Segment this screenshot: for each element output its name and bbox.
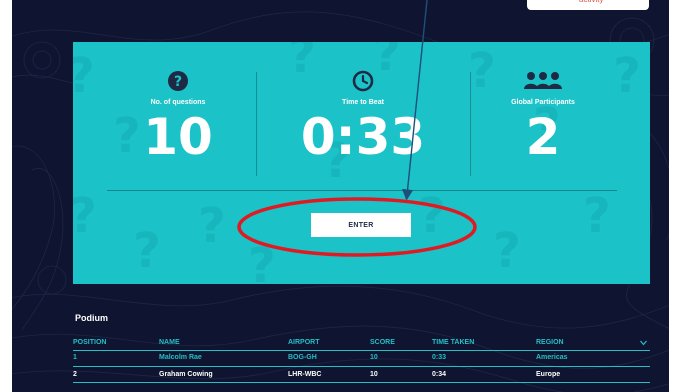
table-row: 1 Malcolm Rae BOG-GH 10 0:33 Americas	[73, 351, 650, 367]
clock-icon	[352, 70, 374, 92]
cell-score: 10	[370, 371, 378, 378]
column-header-time-taken[interactable]: TIME TAKEN	[432, 336, 474, 350]
stat-participants-value: 2	[525, 108, 561, 166]
stat-participants-label: Global Participants	[511, 99, 575, 106]
column-header-region[interactable]: REGION	[536, 336, 564, 350]
cell-time-taken: 0:33	[432, 354, 447, 361]
top-right-badge[interactable]: activity	[527, 0, 649, 10]
cell-position: 2	[73, 371, 77, 378]
cell-name: Malcolm Rae	[159, 354, 202, 361]
column-header-score[interactable]: SCORE	[370, 336, 395, 350]
stat-time-label: Time to Beat	[342, 99, 384, 106]
column-header-name[interactable]: NAME	[159, 336, 180, 350]
chevron-down-icon[interactable]	[640, 340, 647, 346]
cell-name: Graham Cowing	[159, 371, 213, 378]
page: activity ? ? ? ? ? ? ? ? ? ? ? ? ? ? ? ?	[0, 0, 681, 392]
podium-title: Podium	[75, 313, 108, 323]
podium-table: POSITION NAME AIRPORT SCORE TIME TAKEN R…	[73, 336, 650, 383]
stat-time-to-beat: Time to Beat 0:33	[283, 69, 443, 163]
question-icon: ?	[168, 71, 188, 91]
participants-icon	[524, 72, 562, 89]
cell-position: 1	[73, 354, 77, 361]
stat-questions: ? No. of questions 10	[98, 69, 258, 163]
quiz-info-card: ? ? ? ? ? ? ? ? ? ? ? ? ? ? ? ? No. of q…	[73, 42, 650, 284]
cell-region: Europe	[536, 371, 561, 378]
cell-time-taken: 0:34	[432, 371, 447, 378]
stat-divider	[256, 72, 257, 176]
cell-airport: LHR-WBC	[288, 371, 322, 378]
cell-region: Americas	[536, 354, 568, 361]
podium-header-row: POSITION NAME AIRPORT SCORE TIME TAKEN R…	[73, 336, 650, 351]
top-right-badge-label: activity	[579, 0, 603, 4]
enter-button[interactable]: ENTER	[311, 213, 411, 237]
stat-participants: Global Participants 2	[463, 69, 623, 163]
column-header-airport[interactable]: AIRPORT	[288, 336, 320, 350]
cell-airport: BOG-GH	[288, 354, 317, 361]
column-header-position[interactable]: POSITION	[73, 336, 106, 350]
svg-text:?: ?	[174, 74, 182, 90]
stat-questions-label: No. of questions	[150, 99, 206, 106]
stat-time-value: 0:33	[300, 108, 426, 166]
card-divider	[107, 190, 617, 191]
cell-score: 10	[370, 354, 378, 361]
table-row: 2 Graham Cowing LHR-WBC 10 0:34 Europe	[73, 367, 650, 383]
stat-questions-value: 10	[143, 108, 213, 166]
